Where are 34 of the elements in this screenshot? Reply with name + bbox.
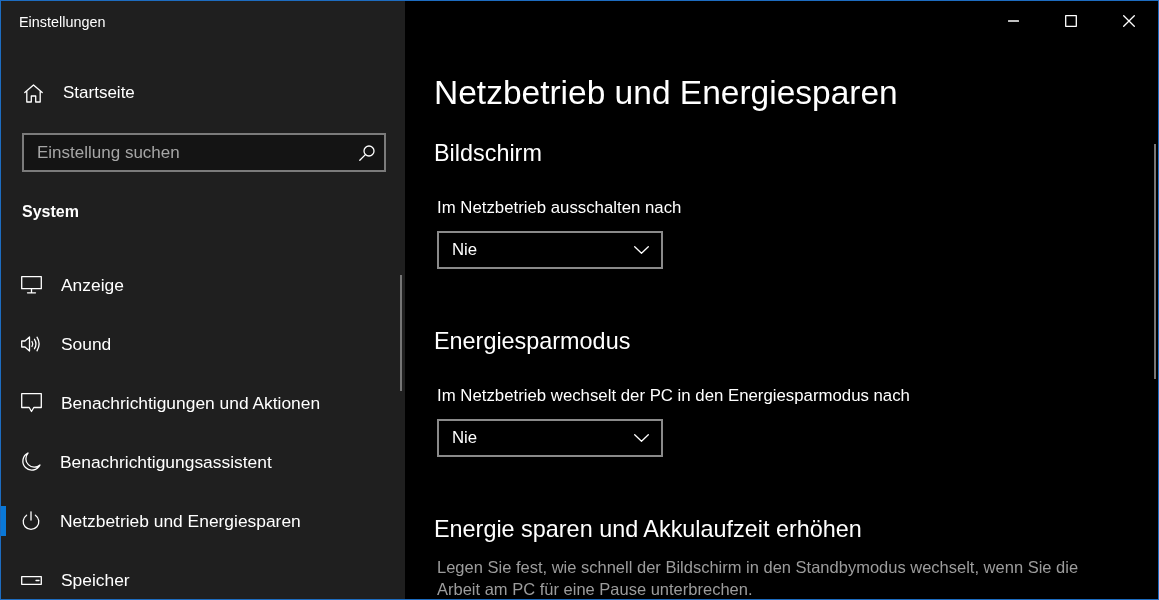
maximize-icon	[1065, 15, 1077, 27]
search-icon	[359, 145, 375, 161]
section-heading: System	[22, 202, 79, 222]
sidebar-item[interactable]: Anzeige	[1, 267, 397, 303]
chevron-down-icon	[634, 434, 649, 442]
sidebar-item[interactable]: Netzbetrieb und Energiesparen	[1, 503, 397, 539]
sidebar-item[interactable]: Speicher	[1, 562, 397, 598]
home-icon	[24, 83, 43, 103]
page-title: Netzbetrieb und Energiesparen	[434, 73, 898, 113]
power-icon	[21, 511, 41, 531]
scrollbar-thumb[interactable]	[1154, 144, 1156, 379]
scrollbar-thumb[interactable]	[400, 275, 402, 391]
chevron-down-icon	[634, 246, 649, 254]
crescent-moon-icon	[21, 452, 41, 472]
window-title: Einstellungen	[18, 13, 107, 32]
description-text: Legen Sie fest, wie schnell der Bildschirm in den Standbymodus wechselt, wenn Sie die Arbeit am PC für eine Pause unterbrechen.	[437, 557, 1080, 599]
minimize-icon	[1007, 20, 1019, 22]
home-link[interactable]: Startseite	[1, 73, 201, 113]
close-icon	[1123, 15, 1135, 27]
speech-bubble-icon	[21, 393, 42, 413]
sidebar-item[interactable]: Benachrichtigungsassistent	[1, 444, 397, 480]
field-label: Im Netzbetrieb ausschalten nach	[437, 197, 682, 219]
monitor-icon	[21, 276, 42, 294]
section-heading: Energiesparmodus	[434, 327, 631, 355]
sidebar-item[interactable]: Sound	[1, 326, 397, 362]
dropdown[interactable]: Nie	[437, 231, 663, 269]
sidebar-item[interactable]: Benachrichtigungen und Aktionen	[1, 385, 397, 421]
section-heading: Energie sparen und Akkulaufzeit erhöhen	[434, 515, 862, 543]
speaker-icon	[21, 335, 42, 353]
search-field[interactable]: Einstellung suchen	[22, 133, 386, 172]
storage-drive-icon	[21, 575, 42, 585]
section-heading: Bildschirm	[434, 139, 542, 167]
field-label: Im Netzbetrieb wechselt der PC in den Energiesparmodus nach	[437, 385, 910, 407]
dropdown[interactable]: Nie	[437, 419, 663, 457]
